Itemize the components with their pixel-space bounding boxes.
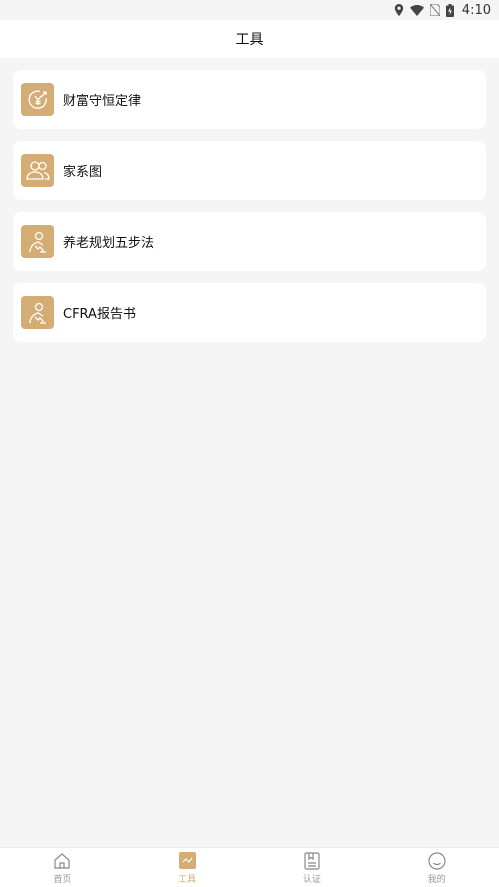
home-icon <box>52 851 72 871</box>
no-sim-icon <box>429 4 440 16</box>
tool-list: 财富守恒定律 家系图 养老规划五步法 CFRA报告书 <box>13 70 486 342</box>
tool-item-retirement-planning[interactable]: 养老规划五步法 <box>13 212 486 271</box>
tool-item-label: CFRA报告书 <box>63 307 136 322</box>
tool-item-label: 养老规划五步法 <box>63 236 155 251</box>
nav-item-tools[interactable]: 工具 <box>125 848 250 887</box>
smile-face-icon <box>427 851 447 871</box>
nav-label: 工具 <box>178 874 197 885</box>
app-header: 工具 <box>0 20 499 58</box>
nav-label: 我的 <box>427 874 446 885</box>
person-walking-icon <box>21 296 54 329</box>
nav-label: 认证 <box>302 874 321 885</box>
tool-item-family-tree[interactable]: 家系图 <box>13 141 486 200</box>
family-people-icon <box>21 154 54 187</box>
bottom-nav: 首页 工具 认证 我的 <box>0 847 499 887</box>
coin-target-icon <box>21 83 54 116</box>
nav-item-home[interactable]: 首页 <box>0 848 125 887</box>
person-walking-icon <box>21 225 54 258</box>
battery-charging-icon <box>445 3 454 17</box>
certificate-icon <box>302 851 322 871</box>
nav-label: 首页 <box>53 874 72 885</box>
nav-item-certification[interactable]: 认证 <box>250 848 375 887</box>
page-title: 工具 <box>235 32 264 48</box>
tool-item-wealth-conservation[interactable]: 财富守恒定律 <box>13 70 486 129</box>
status-time: 4:10 <box>461 2 491 18</box>
tool-item-cfra-report[interactable]: CFRA报告书 <box>13 283 486 342</box>
screen: 4:10 工具 财富守恒定律 家系图 养老规划五步法 CFRA报告书 首页 工具… <box>0 0 499 887</box>
nav-item-mine[interactable]: 我的 <box>374 848 499 887</box>
tool-chart-icon <box>177 851 197 871</box>
status-bar: 4:10 <box>0 0 499 20</box>
wifi-icon <box>409 4 424 16</box>
tool-item-label: 财富守恒定律 <box>63 94 142 109</box>
tool-item-label: 家系图 <box>63 165 103 180</box>
location-icon <box>394 4 404 16</box>
